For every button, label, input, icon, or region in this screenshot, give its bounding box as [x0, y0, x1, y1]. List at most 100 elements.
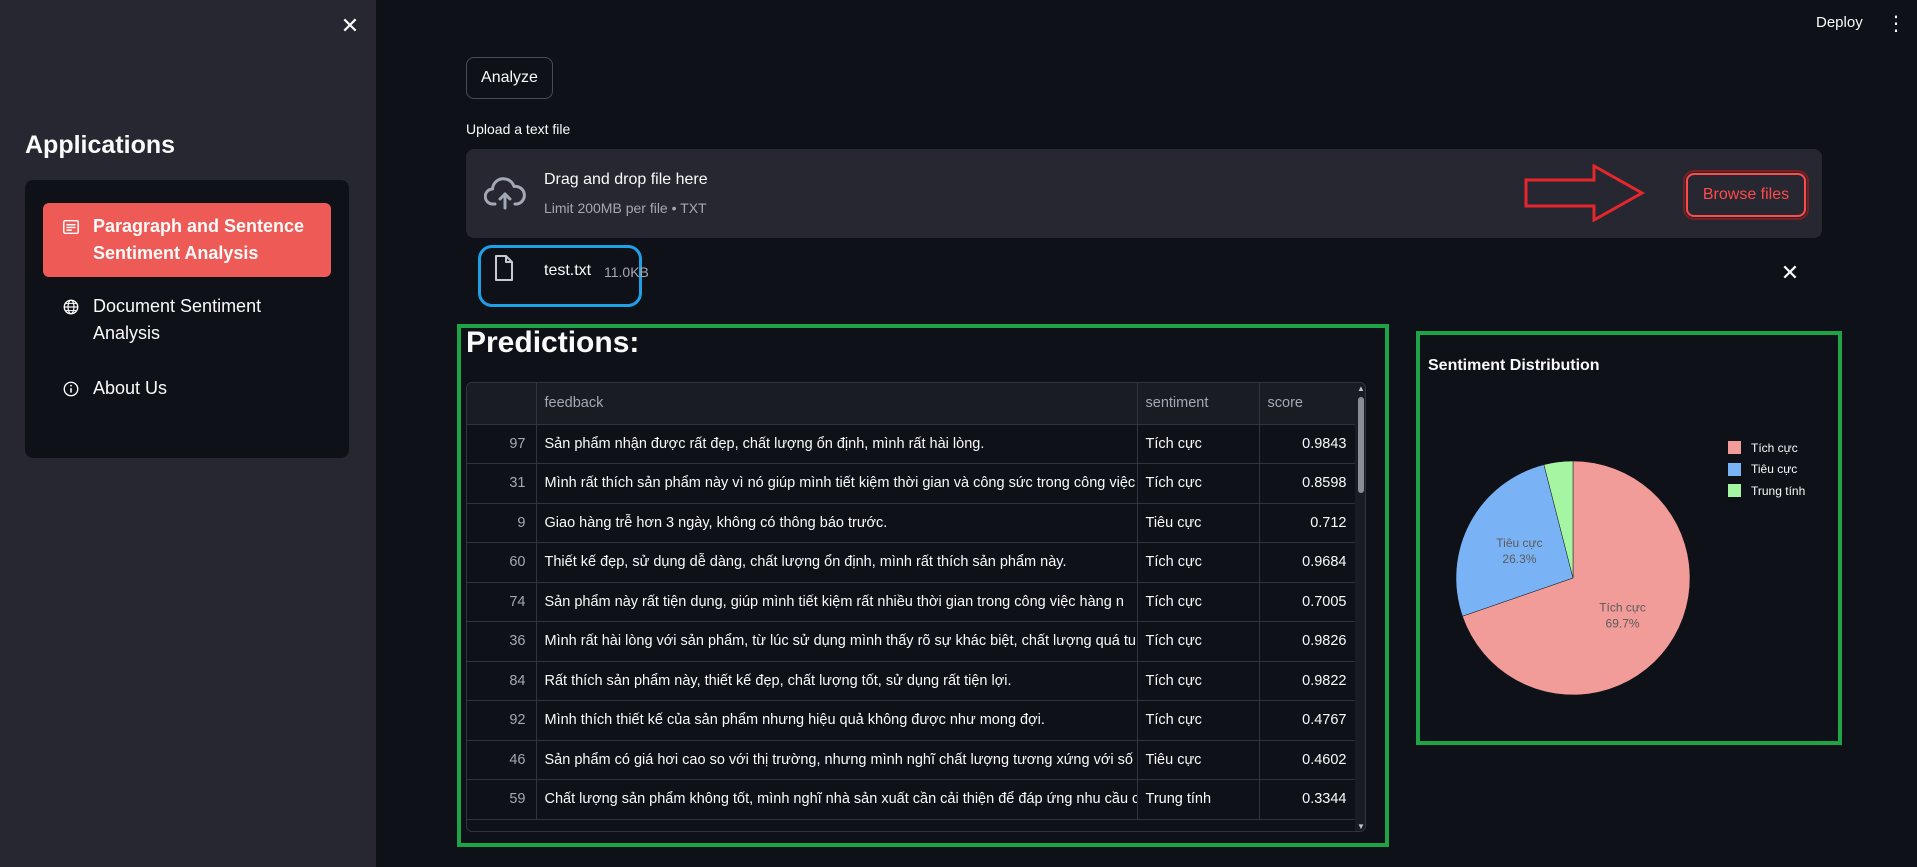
- score-cell[interactable]: 0.9684: [1259, 542, 1356, 583]
- column-header-index[interactable]: [467, 383, 537, 425]
- legend-item[interactable]: Trung tính: [1728, 480, 1805, 502]
- legend-label: Tiêu cực: [1751, 462, 1798, 477]
- column-header-score[interactable]: score: [1259, 383, 1356, 425]
- legend-label: Trung tính: [1751, 483, 1806, 498]
- table-row[interactable]: 59 Chất lượng sản phẩm không tốt, mình ng…: [467, 779, 1356, 820]
- feedback-cell[interactable]: Mình rất thích sản phẩm này vì nó giúp m…: [536, 463, 1138, 504]
- nav-menu: Paragraph and Sentence Sentiment Analysi…: [25, 180, 349, 458]
- table-row[interactable]: 36 Mình rất hài lòng với sản phẩm, từ lúc…: [467, 621, 1356, 662]
- deploy-button[interactable]: Deploy: [1816, 14, 1863, 31]
- table-row[interactable]: 92 Mình thích thiết kế của sản phẩm nhưng…: [467, 700, 1356, 741]
- score-cell[interactable]: 0.712: [1259, 503, 1356, 543]
- file-dropzone[interactable]: Drag and drop file here Limit 200MB per …: [466, 149, 1822, 238]
- sentiment-cell[interactable]: Tích cực: [1137, 463, 1260, 504]
- table-row[interactable]: 97 Sản phẩm nhận được rất đẹp, chất lượng…: [467, 424, 1356, 464]
- score-cell[interactable]: 0.9826: [1259, 621, 1356, 662]
- column-header-sentiment[interactable]: sentiment: [1137, 383, 1260, 425]
- table-row[interactable]: 46 Sản phẩm có giá hơi cao so với thị trư…: [467, 740, 1356, 780]
- score-cell[interactable]: 0.9822: [1259, 661, 1356, 701]
- nav-item-document-sentiment[interactable]: Document Sentiment Analysis: [43, 281, 331, 359]
- remove-file-icon[interactable]: ✕: [1778, 261, 1802, 285]
- pie-slice-label: Tiêu cực: [1496, 536, 1542, 550]
- score-cell[interactable]: 0.9843: [1259, 424, 1356, 464]
- scroll-up-icon[interactable]: ▲: [1356, 384, 1365, 394]
- table-row[interactable]: 9 Giao hàng trễ hơn 3 ngày, không có thôn…: [467, 503, 1356, 543]
- table-scrollbar[interactable]: ▲ ▼: [1355, 383, 1365, 831]
- row-index-cell[interactable]: 59: [467, 779, 537, 820]
- column-header-feedback[interactable]: feedback: [536, 383, 1138, 425]
- legend-item[interactable]: Tích cực: [1728, 437, 1805, 459]
- nav-item-about-us[interactable]: About Us: [43, 363, 331, 414]
- legend-swatch: [1728, 441, 1741, 455]
- sentiment-cell[interactable]: Tích cực: [1137, 582, 1260, 622]
- pie-slice-label: Tích cực: [1599, 600, 1646, 614]
- feedback-cell[interactable]: Mình thích thiết kế của sản phẩm nhưng h…: [536, 700, 1138, 741]
- row-index-cell[interactable]: 97: [467, 424, 537, 464]
- analyze-button[interactable]: Analyze: [466, 57, 553, 99]
- bottom-strip: [376, 862, 1917, 867]
- nav-item-label: Document Sentiment Analysis: [93, 296, 262, 343]
- feedback-cell[interactable]: Sản phẩm này rất tiện dụng, giúp mình ti…: [536, 582, 1138, 622]
- nav-item-paragraph-sentiment[interactable]: Paragraph and Sentence Sentiment Analysi…: [43, 203, 331, 277]
- sentiment-cell[interactable]: Tích cực: [1137, 661, 1260, 701]
- row-index-cell[interactable]: 60: [467, 542, 537, 583]
- score-cell[interactable]: 0.3344: [1259, 779, 1356, 820]
- file-icon: [495, 255, 513, 281]
- legend-label: Tích cực: [1751, 440, 1798, 455]
- app: ✕ Applications Paragraph and Sentence Se…: [0, 0, 1917, 867]
- file-size: 11.0KB: [604, 264, 649, 280]
- sentiment-cell[interactable]: Tích cực: [1137, 621, 1260, 662]
- info-icon: [61, 379, 81, 399]
- legend-item[interactable]: Tiêu cực: [1728, 459, 1805, 481]
- row-index-cell[interactable]: 74: [467, 582, 537, 622]
- table-row[interactable]: 84 Rất thích sản phẩm này, thiết kế đẹp, …: [467, 661, 1356, 701]
- legend-swatch: [1728, 462, 1741, 476]
- feedback-cell[interactable]: Sản phẩm có giá hơi cao so với thị trườn…: [536, 740, 1138, 780]
- sentiment-cell[interactable]: Tiêu cực: [1137, 503, 1260, 543]
- sidebar: ✕ Applications Paragraph and Sentence Se…: [0, 0, 376, 867]
- feedback-cell[interactable]: Mình rất hài lòng với sản phẩm, từ lúc s…: [536, 621, 1138, 662]
- scroll-down-icon[interactable]: ▼: [1356, 822, 1365, 831]
- sentiment-cell[interactable]: Tích cực: [1137, 424, 1260, 464]
- nav-item-label: Paragraph and Sentence Sentiment Analysi…: [93, 216, 305, 263]
- sentiment-cell[interactable]: Tích cực: [1137, 700, 1260, 741]
- close-sidebar-icon[interactable]: ✕: [338, 14, 362, 38]
- table-row[interactable]: 74 Sản phẩm này rất tiện dụng, giúp mình …: [467, 582, 1356, 622]
- score-cell[interactable]: 0.4602: [1259, 740, 1356, 780]
- dropzone-title: Drag and drop file here: [544, 171, 708, 188]
- score-cell[interactable]: 0.7005: [1259, 582, 1356, 622]
- feedback-cell[interactable]: Thiết kế đẹp, sử dụng dễ dàng, chất lượn…: [536, 542, 1138, 583]
- table-row[interactable]: 60 Thiết kế đẹp, sử dụng dễ dàng, chất lư…: [467, 542, 1356, 583]
- table-header-row: feedback sentiment score: [467, 383, 1356, 425]
- feedback-cell[interactable]: Rất thích sản phẩm này, thiết kế đẹp, ch…: [536, 661, 1138, 701]
- legend-swatch: [1728, 484, 1741, 498]
- pie-slice-percent: 69.7%: [1606, 616, 1640, 630]
- uploaded-file: test.txt 11.0KB ✕: [466, 245, 1822, 309]
- sentiment-cell[interactable]: Tiêu cực: [1137, 740, 1260, 780]
- feedback-cell[interactable]: Chất lượng sản phẩm không tốt, mình nghĩ…: [536, 779, 1138, 820]
- score-cell[interactable]: 0.4767: [1259, 700, 1356, 741]
- scrollbar-thumb[interactable]: [1358, 397, 1364, 493]
- more-menu-icon[interactable]: ⋮: [1886, 12, 1906, 36]
- dropzone-subtitle: Limit 200MB per file • TXT: [544, 200, 707, 216]
- row-index-cell[interactable]: 84: [467, 661, 537, 701]
- sentiment-cell[interactable]: Trung tính: [1137, 779, 1260, 820]
- row-index-cell[interactable]: 9: [467, 503, 537, 543]
- feedback-cell[interactable]: Sản phẩm nhận được rất đẹp, chất lượng ổ…: [536, 424, 1138, 464]
- row-index-cell[interactable]: 92: [467, 700, 537, 741]
- browse-files-button[interactable]: Browse files: [1683, 170, 1809, 220]
- score-cell[interactable]: 0.8598: [1259, 463, 1356, 504]
- row-index-cell[interactable]: 31: [467, 463, 537, 504]
- predictions-table[interactable]: feedback sentiment score 97 Sản phẩm nhận…: [466, 382, 1366, 832]
- pie-slice-percent: 26.3%: [1502, 552, 1536, 566]
- row-index-cell[interactable]: 46: [467, 740, 537, 780]
- sentiment-cell[interactable]: Tích cực: [1137, 542, 1260, 583]
- table-body: 97 Sản phẩm nhận được rất đẹp, chất lượng…: [467, 424, 1356, 820]
- nav-item-label: About Us: [93, 378, 168, 398]
- row-index-cell[interactable]: 36: [467, 621, 537, 662]
- table-row[interactable]: 31 Mình rất thích sản phẩm này vì nó giúp…: [467, 463, 1356, 504]
- file-name: test.txt: [544, 262, 592, 279]
- article-icon: [61, 217, 81, 237]
- chart-title: Sentiment Distribution: [1428, 357, 1600, 374]
- feedback-cell[interactable]: Giao hàng trễ hơn 3 ngày, không có thông…: [536, 503, 1138, 543]
